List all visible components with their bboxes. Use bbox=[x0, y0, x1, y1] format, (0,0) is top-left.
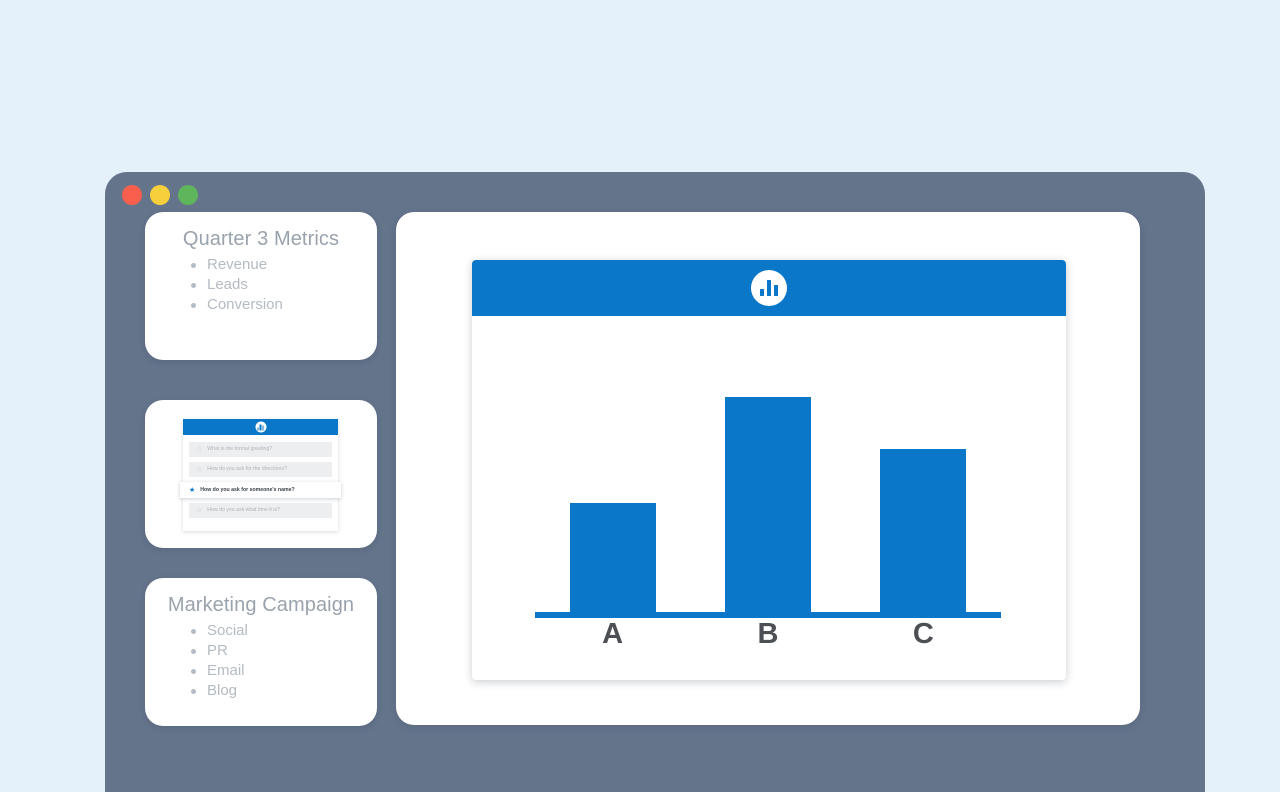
chart-bar bbox=[880, 448, 967, 612]
list-item[interactable]: ☆ How do you ask for the directions? bbox=[189, 462, 332, 477]
maximize-window-button[interactable] bbox=[178, 185, 198, 205]
application-window: Quarter 3 Metrics Revenue Leads Conversi… bbox=[105, 172, 1205, 792]
list-item: Leads bbox=[191, 275, 377, 295]
metrics-list: Revenue Leads Conversion bbox=[145, 255, 377, 315]
list-item-label: What is the formal greeting? bbox=[207, 446, 273, 452]
list-item: Email bbox=[191, 661, 377, 681]
mini-app-header bbox=[183, 419, 338, 435]
chart-x-tick-labels: A B C bbox=[535, 618, 1001, 658]
chart-card[interactable]: A B C bbox=[472, 260, 1066, 680]
chart-bar bbox=[725, 397, 811, 612]
card-title-marketing-campaign: Marketing Campaign bbox=[167, 594, 355, 616]
list-item[interactable]: ☆ How do you ask what time it is? bbox=[189, 503, 332, 518]
star-icon[interactable]: ☆ bbox=[196, 466, 202, 473]
mini-app-window: ☆ What is the formal greeting? ☆ How do … bbox=[180, 419, 341, 531]
list-item[interactable]: ☆ What is the formal greeting? bbox=[189, 442, 332, 457]
list-item: Social bbox=[191, 621, 377, 641]
chart-tick-label: A bbox=[602, 618, 624, 650]
list-item: Conversion bbox=[191, 295, 377, 315]
mini-app-question-list: ☆ What is the formal greeting? ☆ How do … bbox=[180, 435, 341, 531]
star-icon[interactable]: ☆ bbox=[196, 446, 202, 453]
close-window-button[interactable] bbox=[122, 185, 142, 205]
list-item: PR bbox=[191, 641, 377, 661]
chart-card-header bbox=[472, 260, 1066, 316]
bar-chart: A B C bbox=[472, 316, 1066, 680]
card-marketing-campaign[interactable]: Marketing Campaign Social PR Email Blog bbox=[145, 578, 377, 726]
main-content-panel: A B C bbox=[396, 212, 1140, 725]
bar-chart-icon bbox=[255, 421, 266, 433]
list-item-label: How do you ask for someone's name? bbox=[200, 486, 295, 493]
list-item-label: How do you ask for the directions? bbox=[207, 466, 287, 472]
list-item-label: How do you ask what time it is? bbox=[207, 507, 280, 513]
chart-plot-area bbox=[535, 340, 1001, 612]
star-icon-filled[interactable]: ★ bbox=[189, 487, 195, 494]
chart-bar bbox=[569, 503, 656, 612]
card-quarter-metrics[interactable]: Quarter 3 Metrics Revenue Leads Conversi… bbox=[145, 212, 377, 360]
chart-tick-label: B bbox=[757, 618, 779, 650]
card-title-quarter-metrics: Quarter 3 Metrics bbox=[182, 228, 340, 250]
bar-chart-icon bbox=[751, 270, 787, 306]
star-icon[interactable]: ☆ bbox=[196, 507, 202, 514]
minimize-window-button[interactable] bbox=[150, 185, 170, 205]
chart-tick-label: C bbox=[912, 618, 934, 650]
card-quiz-preview[interactable]: ☆ What is the formal greeting? ☆ How do … bbox=[145, 400, 377, 548]
list-item: Revenue bbox=[191, 255, 377, 275]
marketing-list: Social PR Email Blog bbox=[145, 621, 377, 701]
list-item-selected[interactable]: ★ How do you ask for someone's name? bbox=[180, 482, 341, 498]
list-item: Blog bbox=[191, 681, 377, 701]
